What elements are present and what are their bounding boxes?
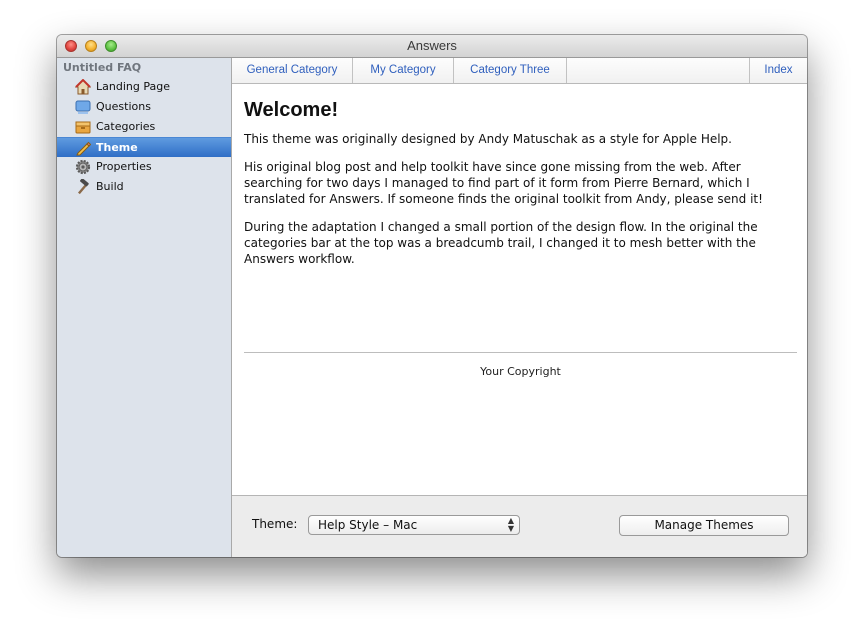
tab-index[interactable]: Index bbox=[749, 58, 807, 83]
box-icon bbox=[75, 121, 91, 134]
updown-arrows-icon: ▲ ▼ bbox=[507, 516, 514, 533]
sidebar-header: Untitled FAQ bbox=[63, 61, 142, 74]
sidebar-item-landing-page[interactable]: Landing Page bbox=[57, 77, 231, 97]
sidebar-item-build[interactable]: Build bbox=[57, 177, 231, 197]
sidebar-item-label: Build bbox=[96, 180, 124, 193]
footer-divider bbox=[244, 352, 797, 353]
tab-my-category[interactable]: My Category bbox=[353, 58, 454, 83]
sidebar-item-label: Theme bbox=[96, 141, 138, 154]
pencil-icon bbox=[76, 141, 91, 156]
page-heading: Welcome! bbox=[244, 99, 339, 121]
questions-icon bbox=[75, 100, 91, 114]
app-window: Answers Untitled FAQ Landing Page Questi… bbox=[57, 35, 807, 557]
hammer-icon bbox=[77, 179, 89, 195]
sidebar-item-questions[interactable]: Questions bbox=[57, 97, 231, 117]
sidebar-item-categories[interactable]: Categories bbox=[57, 117, 231, 137]
paragraph: His original blog post and help toolkit … bbox=[244, 160, 763, 206]
paragraph: This theme was originally designed by An… bbox=[244, 132, 732, 146]
theme-toolbar: Theme: Help Style – Mac ▲ ▼ Manage Themes bbox=[232, 495, 807, 557]
preview-document: Welcome! This theme was originally desig… bbox=[244, 98, 797, 279]
tab-general-category[interactable]: General Category bbox=[232, 58, 353, 83]
category-bar: General Category My Category Category Th… bbox=[232, 58, 807, 84]
manage-themes-button[interactable]: Manage Themes bbox=[619, 515, 789, 536]
sidebar-item-properties[interactable]: Properties bbox=[57, 157, 231, 177]
sidebar-item-label: Landing Page bbox=[96, 80, 170, 93]
theme-preview-pane: General Category My Category Category Th… bbox=[232, 58, 807, 557]
gear-icon bbox=[75, 159, 91, 175]
theme-select-value: Help Style – Mac bbox=[318, 518, 418, 532]
house-icon bbox=[75, 79, 91, 95]
sidebar-item-label: Properties bbox=[96, 160, 152, 173]
paragraph: During the adaptation I changed a small … bbox=[244, 220, 758, 266]
theme-select[interactable]: Help Style – Mac ▲ ▼ bbox=[308, 515, 520, 535]
tab-category-three[interactable]: Category Three bbox=[454, 58, 567, 83]
sidebar: Untitled FAQ Landing Page Questions Cate bbox=[57, 58, 232, 557]
sidebar-item-label: Categories bbox=[96, 120, 156, 133]
title-bar[interactable]: Answers bbox=[57, 35, 807, 58]
sidebar-item-label: Questions bbox=[96, 100, 151, 113]
sidebar-item-theme[interactable]: Theme bbox=[57, 137, 231, 157]
theme-label: Theme: bbox=[252, 517, 298, 531]
copyright-text: Your Copyright bbox=[480, 365, 561, 378]
window-title: Answers bbox=[407, 38, 457, 53]
